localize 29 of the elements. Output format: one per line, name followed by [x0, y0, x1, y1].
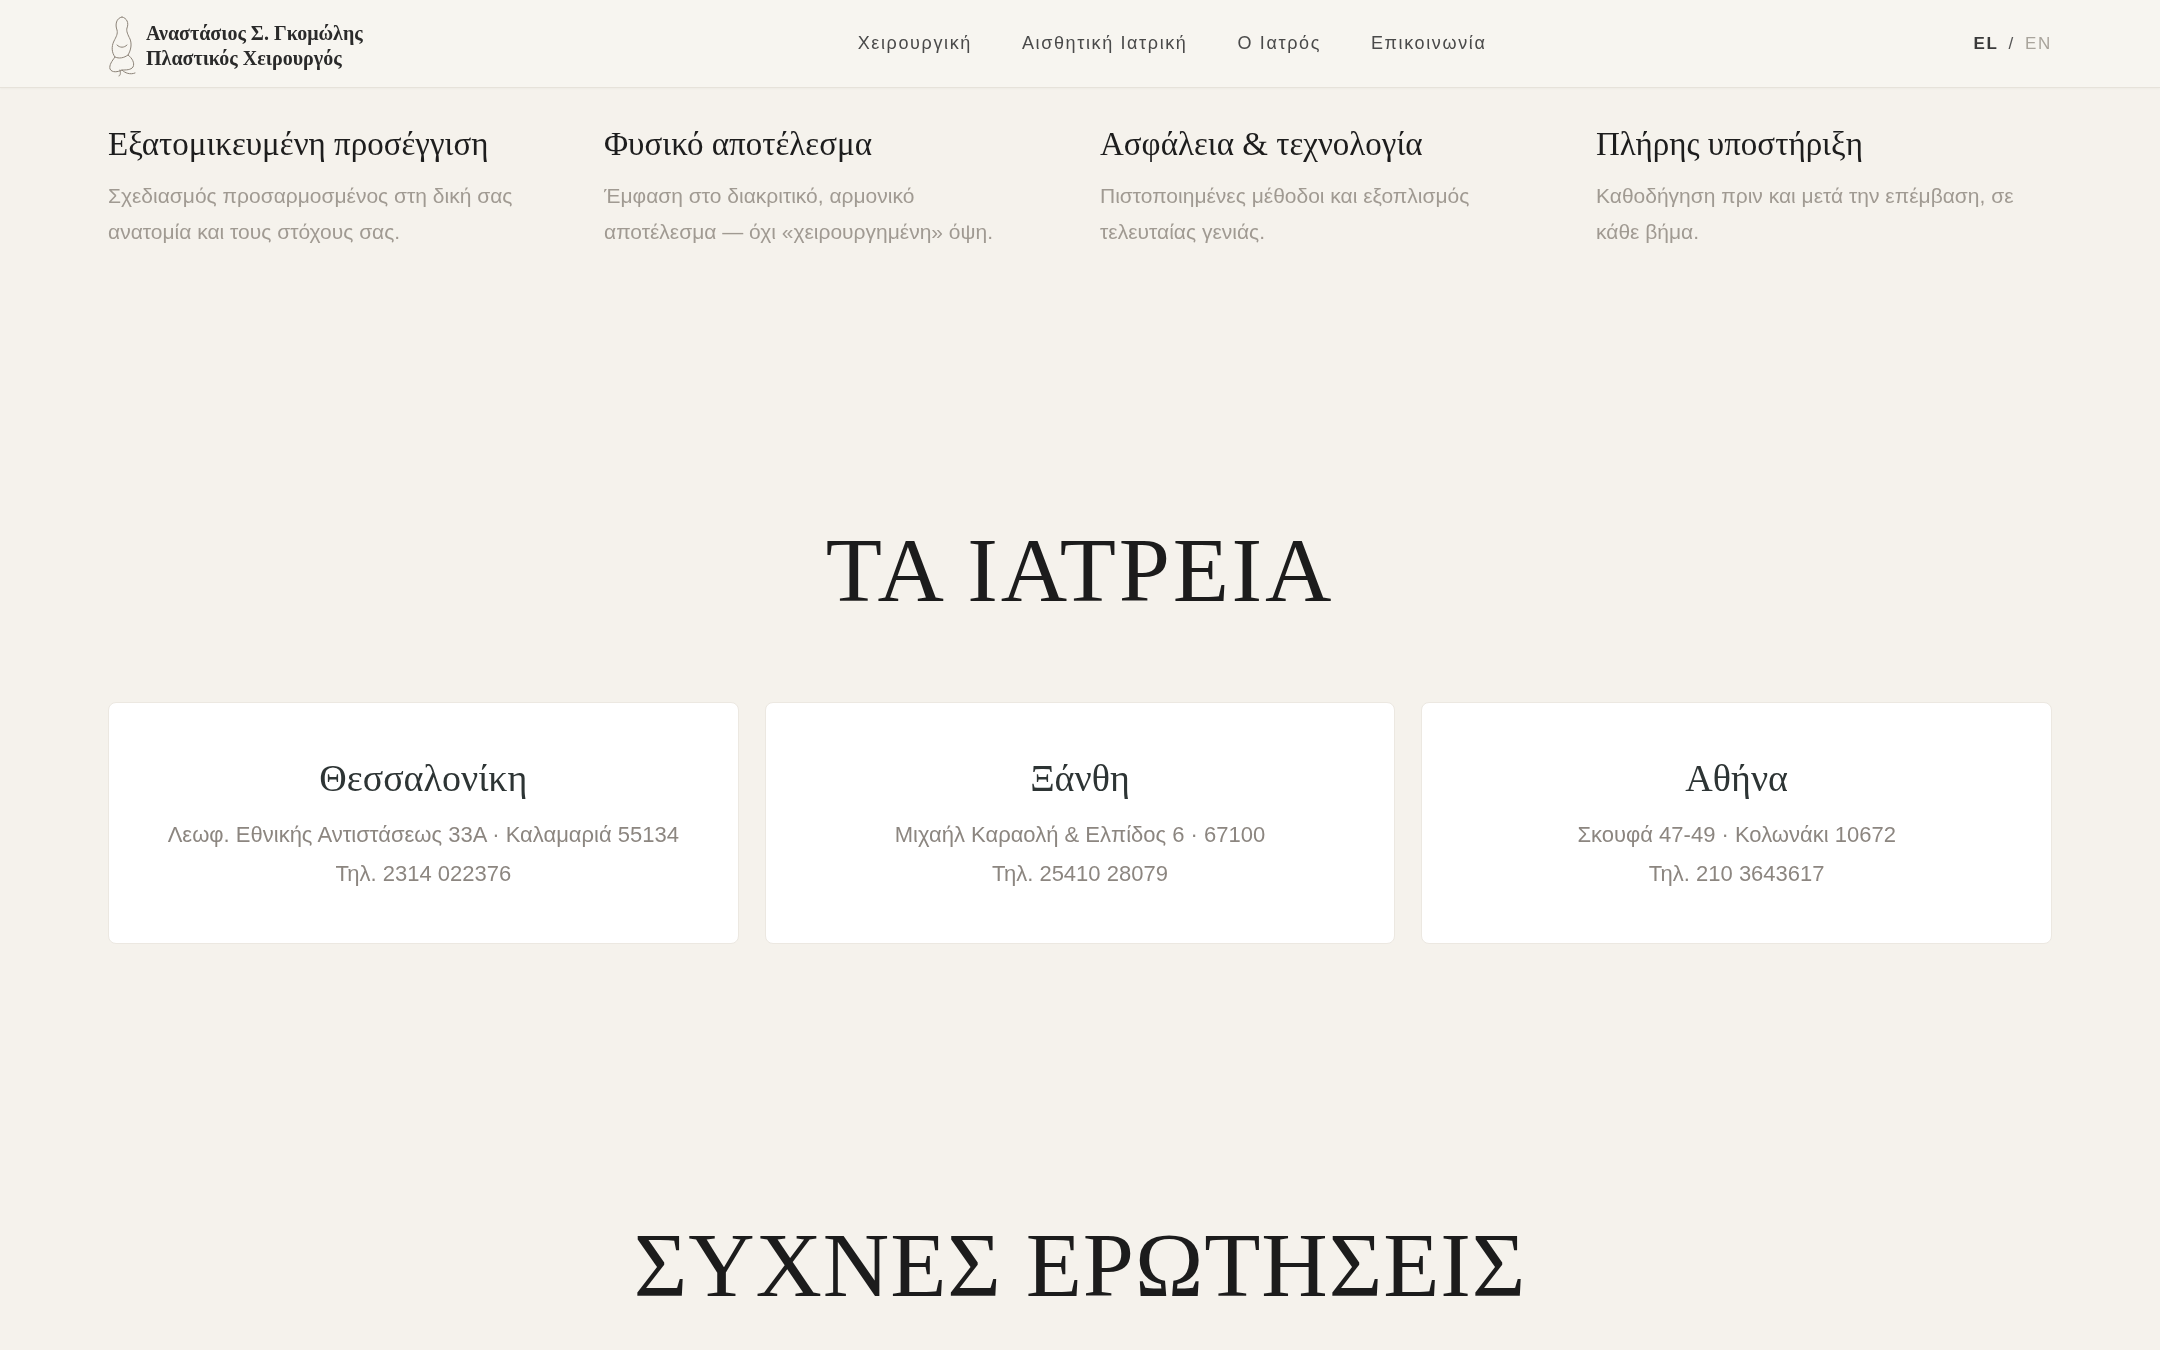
clinic-address: Σκουφά 47-49 · Κολωνάκι 10672: [1577, 821, 1896, 849]
clinic-address: Λεωφ. Εθνικής Αντιστάσεως 33Α · Καλαμαριά 55134: [167, 821, 679, 849]
brand-logo-link[interactable]: Αναστάσιος Σ. Γκομώλης Πλαστικός Χειρουργός: [108, 10, 363, 77]
clinic-phone: Τηλ. 210 3643617: [1648, 860, 1825, 888]
clinic-city: Θεσσαλονίκη: [319, 756, 528, 801]
language-separator: /: [2008, 32, 2015, 55]
feature-description: Έμφαση στο διακριτικό, αρμονικό αποτέλεσμα — όχι «χειρουργημένη» όψη.: [604, 183, 995, 245]
nav-link[interactable]: Επικοινωνία: [1370, 30, 1487, 57]
brand-name-text: Πλαστικός Χειρουργός: [146, 45, 343, 71]
brand-name-text: Αναστάσιος Σ. Γκομώλης: [146, 20, 363, 46]
line-art-figure-icon: [108, 14, 138, 77]
language-link[interactable]: EL: [1973, 30, 1999, 57]
clinic-city: Ξάνθη: [1030, 756, 1130, 801]
feature-description: Πιστοποιημένες μέθοδοι και εξοπλισμός τελευταίας γενιάς.: [1100, 183, 1471, 245]
clinic-phone: Τηλ. 25410 28079: [992, 860, 1168, 888]
section-heading: ΤΑ ΙΑΤΡΕΙΑ: [825, 524, 1335, 616]
feature-description: Σχεδιασμός προσαρμοσμένος στη δική σας ανατομία και τους στόχους σας.: [108, 183, 514, 245]
clinic-phone: Τηλ. 2314 022376: [335, 860, 512, 888]
feature-title: Φυσικό αποτέλεσμα: [604, 125, 873, 164]
feature-title: Πλήρης υποστήριξη: [1596, 125, 1864, 164]
feature-title: Εξατομικευμένη προσέγγιση: [108, 125, 490, 164]
nav-link[interactable]: Χειρουργική: [857, 30, 972, 57]
nav-link[interactable]: Αισθητική Ιατρική: [1021, 30, 1188, 57]
clinic-address: Μιχαήλ Καραολή & Ελπίδος 6 · 67100: [894, 821, 1266, 849]
feature-title: Ασφάλεια & τεχνολογία: [1100, 125, 1424, 164]
nav-link[interactable]: Ο Ιατρός: [1237, 30, 1321, 57]
feature-description: Καθοδήγηση πριν και μετά την επέμβαση, σε κάθε βήμα.: [1596, 183, 2015, 245]
section-heading: ΣΥΧΝΕΣ ΕΡΩΤΗΣΕΙΣ: [633, 1219, 1527, 1311]
clinic-city: Αθήνα: [1685, 756, 1788, 801]
